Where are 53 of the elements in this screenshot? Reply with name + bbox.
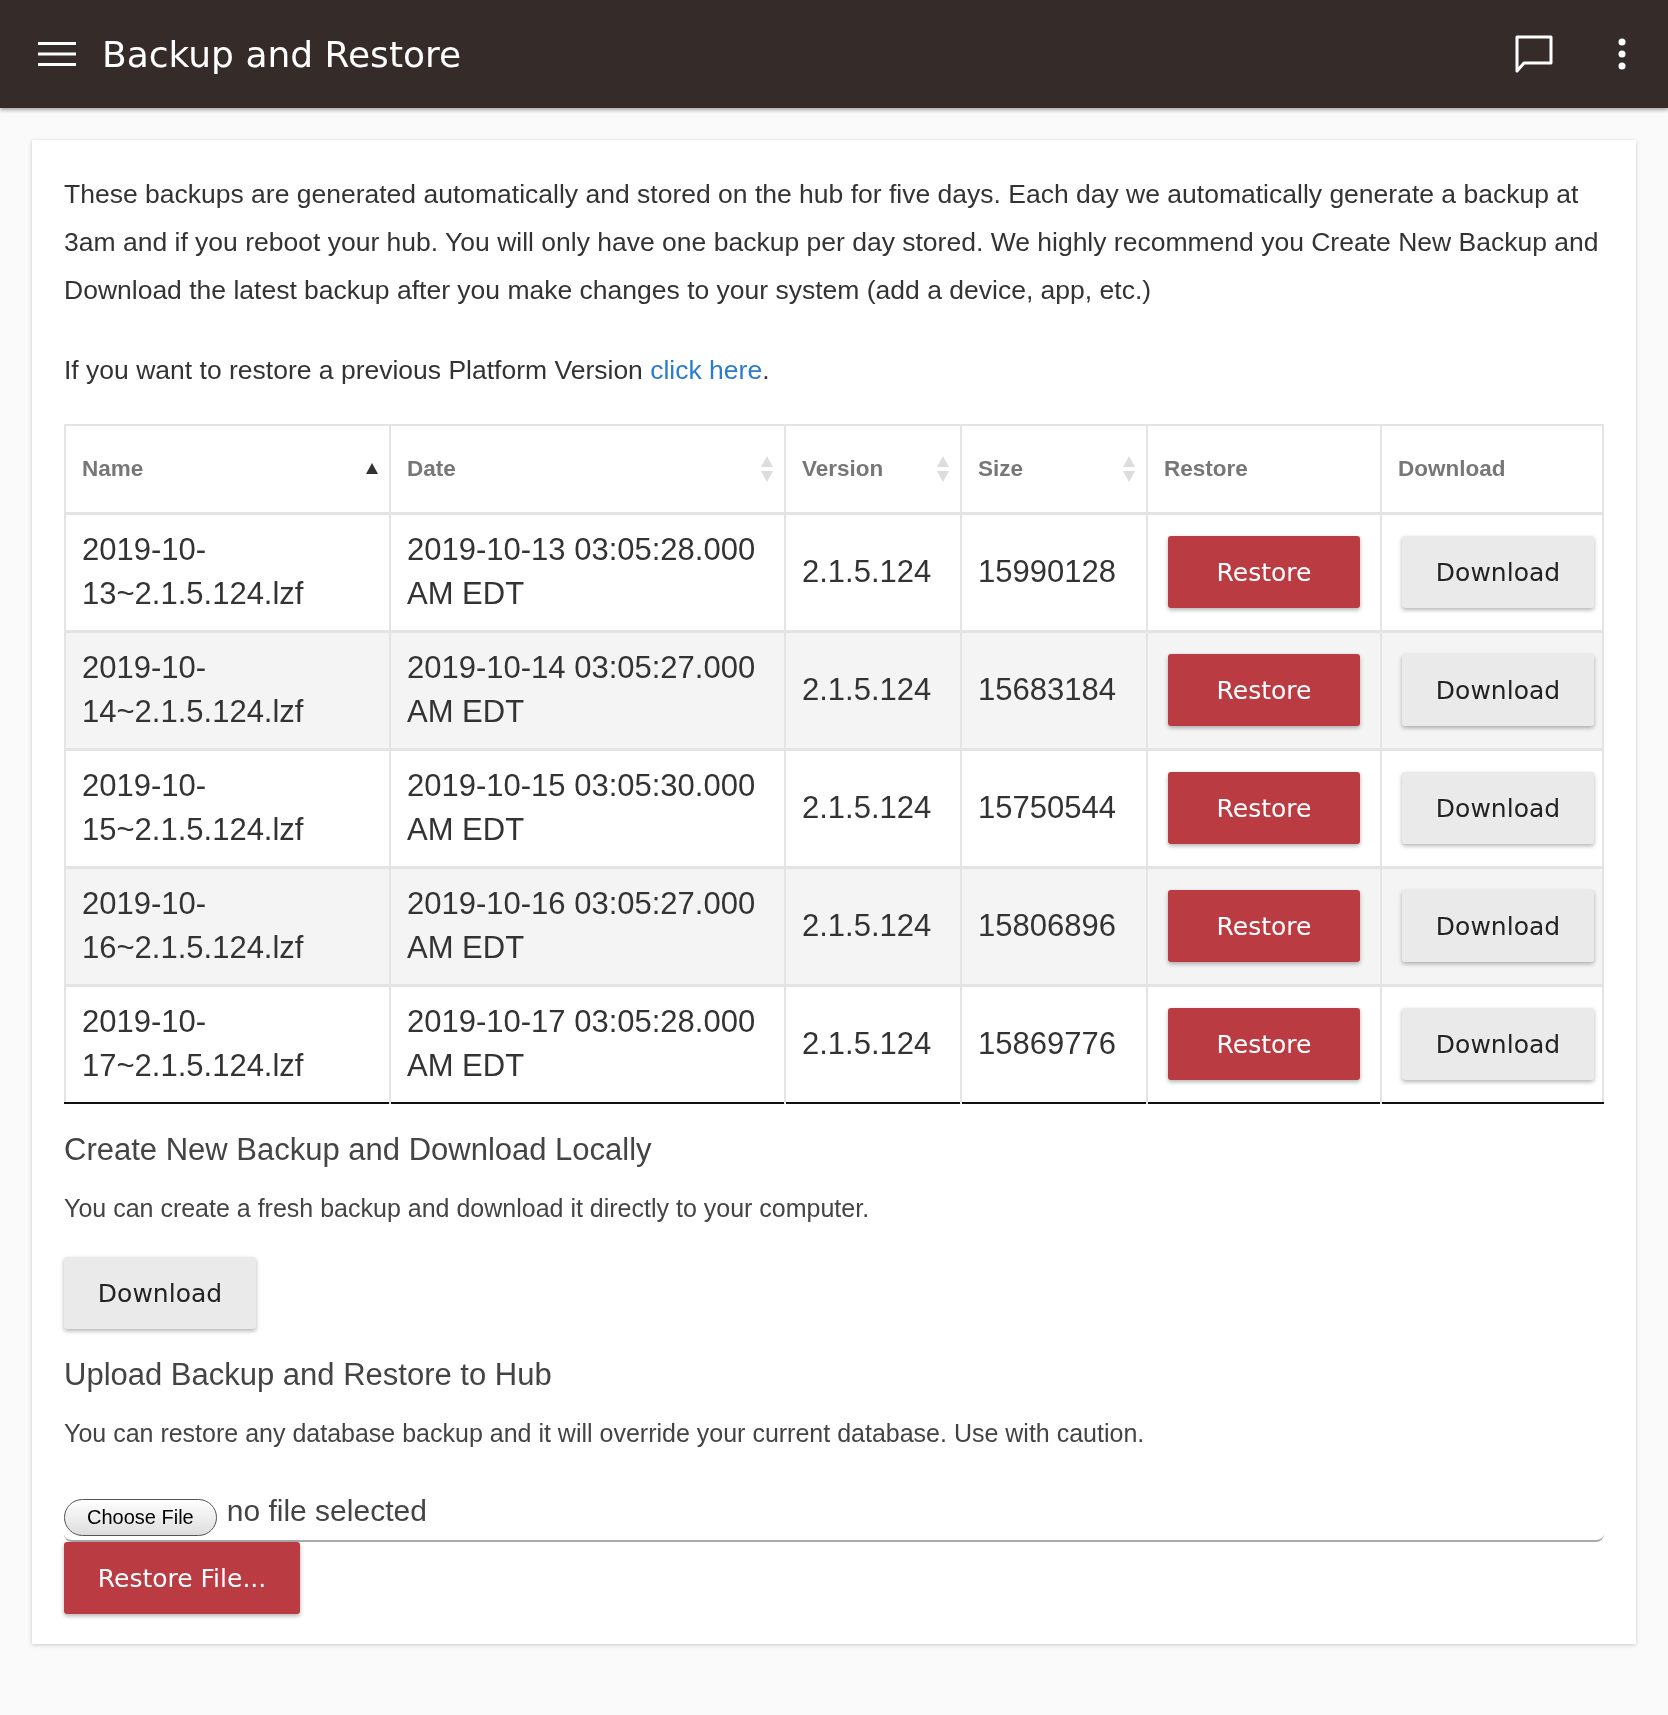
intro-paragraph: These backups are generated automatically and stored on the hub for five days. Each day we automatically generate a backup at 3am and if you reboot your hub. You will only have one backup per day stored. We highly recommend you Create New Backup and Download the latest backup after you make changes to your system (add a device, app, etc.)	[64, 178, 1600, 307]
restore-button[interactable]: Restore	[1168, 536, 1360, 608]
table-cell: 2019-10-14 03:05:27.000 AM EDT	[407, 650, 756, 729]
table-cell: 2019-10-13~2.1.5.124.lzf	[82, 532, 304, 611]
table-cell: 2.1.5.124	[802, 790, 932, 825]
click-here-link[interactable]: click here	[650, 355, 763, 385]
table-cell: 15990128	[978, 554, 1116, 589]
table-cell: 2019-10-13 03:05:28.000 AM EDT	[407, 532, 756, 611]
restore-file-button[interactable]: Restore File...	[64, 1542, 300, 1614]
file-status: no file selected	[226, 1494, 427, 1528]
section-heading: Create New Backup and Download Locally	[64, 1132, 653, 1168]
table-cell: 15869776	[978, 1026, 1116, 1062]
table-cell: 2019-10-16 03:05:27.000 AM EDT	[407, 886, 756, 965]
table-cell: 2.1.5.124	[802, 1026, 932, 1062]
section-description: You can restore any database backup and it will override your current database. Use with caution.	[64, 1419, 1146, 1448]
platform-note: If you want to restore a previous Platform Version click here.	[64, 354, 771, 387]
download-button[interactable]: Download	[1402, 772, 1594, 844]
chat-icon[interactable]	[1514, 34, 1554, 74]
column-header[interactable]: Name	[82, 455, 144, 482]
download-button[interactable]: Download	[64, 1257, 256, 1329]
section-description: You can create a fresh backup and download it directly to your computer.	[64, 1194, 871, 1223]
sort-ascending-icon[interactable]	[365, 461, 379, 476]
more-icon[interactable]	[1618, 38, 1626, 70]
table-cell: 2.1.5.124	[802, 554, 932, 589]
table-cell: 15750544	[978, 790, 1116, 825]
table-cell: 15683184	[978, 672, 1116, 707]
menu-icon[interactable]	[38, 41, 76, 67]
column-header[interactable]: Version	[802, 455, 884, 482]
restore-button[interactable]: Restore	[1168, 772, 1360, 844]
column-header[interactable]: Date	[407, 455, 456, 482]
table-cell: 2.1.5.124	[802, 908, 932, 943]
table-cell: 2019-10-15~2.1.5.124.lzf	[82, 768, 304, 847]
download-button[interactable]: Download	[1402, 654, 1594, 726]
section-heading: Upload Backup and Restore to Hub	[64, 1357, 553, 1393]
download-button[interactable]: Download	[1402, 536, 1594, 608]
restore-button[interactable]: Restore	[1168, 654, 1360, 726]
table-cell: 2019-10-15 03:05:30.000 AM EDT	[407, 768, 756, 847]
table-cell: 2019-10-16~2.1.5.124.lzf	[82, 886, 304, 965]
download-button[interactable]: Download	[1402, 890, 1594, 962]
table-cell: 2019-10-14~2.1.5.124.lzf	[82, 650, 304, 729]
download-button[interactable]: Download	[1402, 1008, 1594, 1081]
table-cell: 2019-10-17 03:05:28.000 AM EDT	[407, 1004, 756, 1084]
column-header: Restore	[1164, 455, 1248, 482]
file-input-field[interactable]: Choose File no file selected	[64, 1482, 1604, 1542]
column-header[interactable]: Size	[978, 455, 1024, 482]
table-cell: 15806896	[978, 908, 1116, 943]
restore-button[interactable]: Restore	[1168, 890, 1360, 962]
column-header: Download	[1398, 455, 1506, 482]
choose-file-button[interactable]: Choose File	[64, 1498, 217, 1536]
page-title: Backup and Restore	[102, 33, 462, 75]
restore-button[interactable]: Restore	[1168, 1008, 1360, 1081]
table-cell: 2.1.5.124	[802, 672, 932, 707]
table-cell: 2019-10-17~2.1.5.124.lzf	[82, 1004, 304, 1084]
